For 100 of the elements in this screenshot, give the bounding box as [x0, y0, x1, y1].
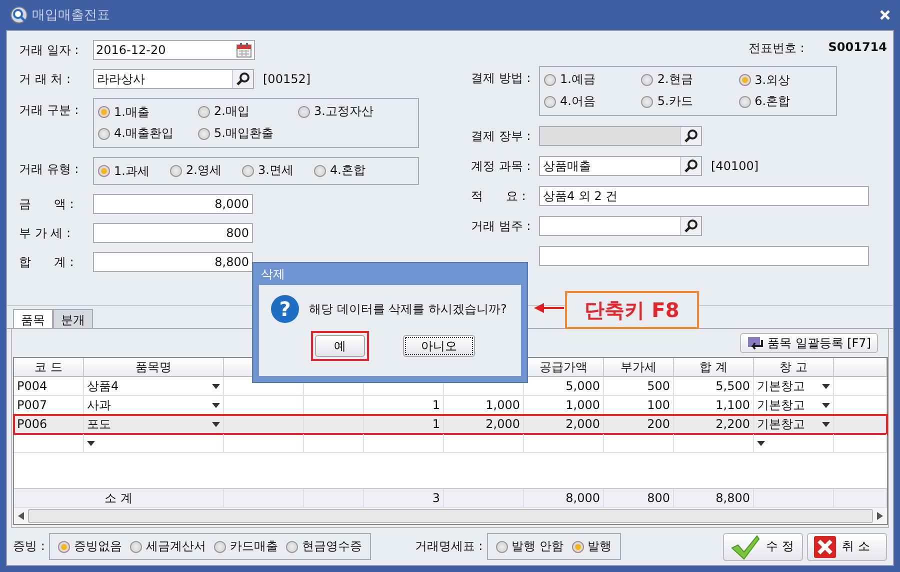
radio-button[interactable] — [214, 540, 226, 552]
radio-button[interactable] — [198, 106, 210, 118]
scroll-left-icon[interactable] — [18, 512, 24, 520]
dialog-title: 삭제 — [260, 266, 286, 283]
radio-option[interactable]: 4.혼합 — [314, 162, 366, 180]
table-cell-text: 2,200 — [716, 416, 750, 433]
search-field[interactable] — [539, 216, 702, 236]
radio-button[interactable] — [641, 74, 654, 86]
dropdown-icon[interactable] — [757, 440, 765, 446]
table-cell-text: 200 — [647, 416, 670, 433]
table-cell-text: 기본창고 — [757, 397, 805, 414]
close-icon[interactable] — [880, 10, 890, 20]
amount-field[interactable]: 8,000 — [93, 194, 253, 214]
radio-button[interactable] — [98, 165, 110, 177]
radio-button[interactable] — [572, 540, 584, 552]
search-icon — [684, 159, 698, 173]
field-label: 결제 방법 : — [471, 70, 532, 87]
dropdown-icon[interactable] — [212, 402, 220, 408]
radio-label: 6.혼합 — [754, 93, 790, 110]
dropdown-icon[interactable] — [822, 402, 830, 408]
dropdown-icon[interactable] — [87, 440, 95, 446]
field-label: 거래 구분 : — [19, 102, 80, 119]
amount-field[interactable]: 800 — [93, 223, 253, 243]
field-label: 거 래 처 : — [19, 70, 72, 88]
arrow-icon — [534, 302, 564, 314]
dialog-button[interactable]: 예 — [315, 335, 365, 357]
radio-option[interactable]: 세금계산서 — [130, 538, 206, 555]
radio-button[interactable] — [496, 540, 508, 552]
field-label: 부 가 세 : — [19, 224, 72, 242]
radio-label: 4.혼합 — [330, 162, 366, 180]
table-cell-text: 상품4 — [87, 378, 119, 395]
date-field[interactable]: 2016-12-20 — [93, 40, 255, 60]
radio-option[interactable]: 2.현금 — [641, 71, 693, 88]
calendar-icon[interactable] — [236, 42, 252, 58]
radio-option[interactable]: 6.혼합 — [738, 93, 790, 110]
radio-button[interactable] — [242, 164, 254, 177]
radio-button[interactable] — [298, 106, 310, 118]
table-cell-text: 사과 — [87, 397, 111, 414]
window-title: 매입매출전표 — [32, 7, 111, 24]
radio-button[interactable] — [170, 164, 182, 177]
radio-button[interactable] — [641, 96, 654, 108]
radio-option[interactable]: 3.외상 — [738, 72, 790, 88]
magnifier-icon — [10, 6, 28, 24]
tab[interactable]: 분개 — [53, 309, 93, 328]
dropdown-icon[interactable] — [212, 384, 220, 388]
radio-option[interactable]: 5.카드 — [641, 93, 693, 110]
radio-option[interactable]: 1.매출 — [98, 104, 150, 120]
table-row[interactable] — [14, 434, 887, 453]
scroll-right-icon[interactable] — [877, 512, 883, 520]
amount-field[interactable]: 8,800 — [93, 252, 253, 272]
horizontal-scrollbar[interactable] — [14, 508, 887, 524]
radio-button[interactable] — [58, 540, 70, 552]
dialog-button[interactable]: 아니오 — [403, 335, 475, 357]
radio-button[interactable] — [314, 164, 326, 177]
radio-option[interactable]: 3.면세 — [242, 162, 294, 180]
radio-option[interactable]: 1.과세 — [98, 162, 150, 180]
radio-option[interactable]: 발행 — [572, 538, 612, 555]
dropdown-icon[interactable] — [822, 422, 830, 426]
table-cell-text: 기본창고 — [757, 378, 805, 395]
dropdown-icon[interactable] — [212, 422, 220, 426]
table-row[interactable]: P006 포도 1 2,000 2,000 200 2,200 기본창고 — [14, 415, 887, 434]
radio-label: 2.영세 — [186, 162, 222, 180]
radio-option[interactable]: 1.예금 — [544, 71, 596, 88]
radio-option[interactable]: 증빙없음 — [58, 538, 122, 555]
cancel-button[interactable]: 취 소 — [807, 532, 887, 560]
radio-button[interactable] — [130, 540, 142, 552]
radio-button[interactable] — [738, 74, 751, 86]
radio-option[interactable]: 4.어음 — [544, 93, 596, 110]
radio-button[interactable] — [198, 128, 210, 140]
radio-button[interactable] — [98, 128, 110, 140]
table-cell-text: 포도 — [87, 416, 111, 433]
radio-option[interactable]: 5.매입환출 — [198, 125, 274, 142]
search-field[interactable]: 라라상사 — [93, 69, 254, 89]
radio-label: 5.카드 — [657, 93, 693, 110]
radio-option[interactable]: 3.고정자산 — [298, 103, 374, 120]
radio-label: 세금계산서 — [146, 538, 206, 555]
radio-button[interactable] — [544, 74, 556, 86]
text-field[interactable] — [539, 246, 869, 266]
radio-option[interactable]: 2.매입 — [198, 103, 250, 120]
radio-button[interactable] — [738, 96, 751, 108]
radio-option[interactable]: 카드매출 — [214, 538, 278, 555]
text-field[interactable]: 상품4 외 2 건 — [539, 186, 869, 206]
dialog-message: 해당 데이터를 삭제를 하시겠습니까? — [309, 300, 507, 318]
dropdown-icon[interactable] — [822, 384, 830, 388]
tab[interactable]: 품목 — [13, 309, 53, 328]
radio-button[interactable] — [286, 540, 298, 552]
question-icon: ? — [271, 295, 299, 323]
radio-option[interactable]: 발행 안함 — [496, 538, 564, 555]
search-field[interactable]: 상품매출 — [539, 156, 702, 176]
save-button[interactable]: 수 정 — [723, 532, 803, 560]
radio-label: 5.매입환출 — [214, 125, 274, 142]
radio-button[interactable] — [544, 96, 556, 108]
bulk-register-button[interactable]: 품목 일괄등록 [F7] — [740, 333, 878, 353]
radio-label: 2.매입 — [214, 103, 250, 120]
radio-option[interactable]: 2.영세 — [170, 162, 222, 180]
field-label: 금 액 : — [19, 196, 75, 212]
column-header: 코 드 — [14, 358, 84, 376]
radio-button[interactable] — [98, 106, 110, 118]
radio-option[interactable]: 4.매출환입 — [98, 125, 174, 142]
radio-option[interactable]: 현금영수증 — [286, 538, 362, 555]
